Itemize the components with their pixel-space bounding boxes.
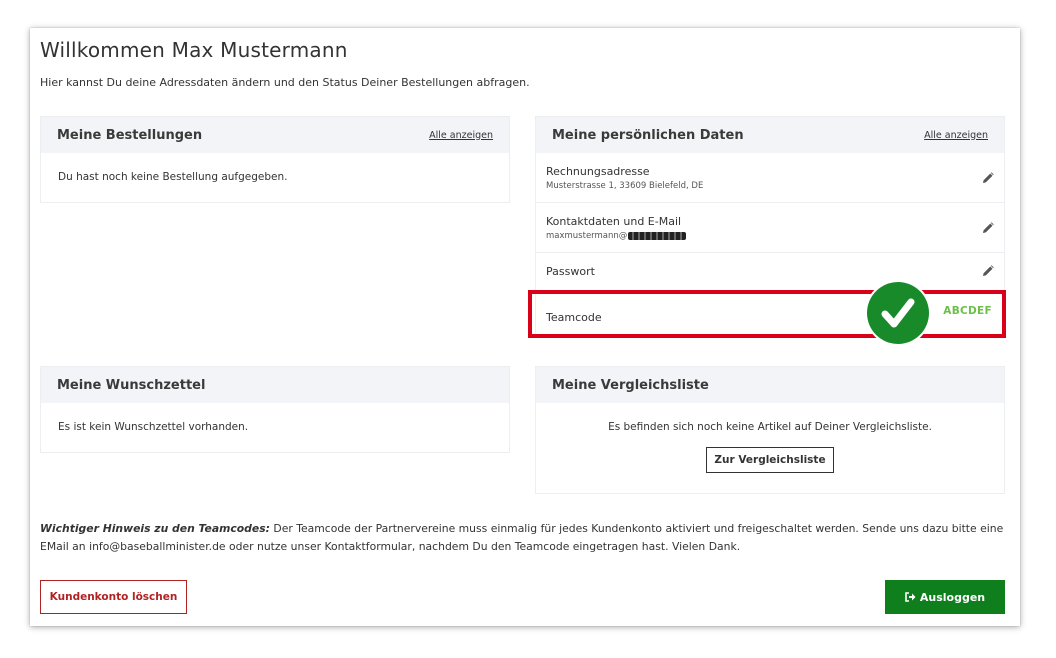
wishlist-panel: Meine Wunschzettel Es ist kein Wunschzet… — [40, 366, 510, 453]
wishlist-title: Meine Wunschzettel — [57, 377, 206, 393]
teamcode-notice: Wichtiger Hinweis zu den Teamcodes: Der … — [40, 520, 1010, 556]
contact-email-row[interactable]: Kontaktdaten und E-Mail maxmustermann@ — [536, 203, 1004, 253]
orders-panel-header: Meine Bestellungen Alle anzeigen — [41, 117, 509, 153]
pencil-icon[interactable] — [982, 222, 994, 234]
pencil-icon[interactable] — [982, 172, 994, 184]
checkmark-glyph — [881, 298, 915, 328]
compare-panel: Meine Vergleichsliste Es befinden sich n… — [535, 366, 1005, 494]
orders-panel: Meine Bestellungen Alle anzeigen Du hast… — [40, 116, 510, 203]
compare-empty-text: Es befinden sich noch keine Artikel auf … — [608, 421, 932, 433]
orders-title: Meine Bestellungen — [57, 127, 203, 143]
checkmark-icon — [867, 282, 929, 344]
email-domain-redacted — [628, 232, 687, 240]
personal-data-title: Meine persönlichen Daten — [552, 127, 744, 143]
personal-data-header: Meine persönlichen Daten Alle anzeigen — [536, 117, 1004, 153]
teamcode-row[interactable]: Teamcode ABCDEF — [528, 290, 1006, 338]
page-intro: Hier kannst Du deine Adressdaten ändern … — [40, 76, 530, 89]
billing-address-row[interactable]: Rechnungsadresse Musterstrasse 1, 33609 … — [536, 153, 1004, 203]
billing-address-value: Musterstrasse 1, 33609 Bielefeld, DE — [546, 181, 704, 191]
pencil-icon[interactable] — [982, 265, 994, 277]
wishlist-empty-text: Es ist kein Wunschzettel vorhanden. — [58, 421, 249, 433]
billing-address-label: Rechnungsadresse — [546, 165, 650, 178]
orders-empty-text: Du hast noch keine Bestellung aufgegeben… — [58, 171, 288, 183]
teamcode-value: ABCDEF — [943, 305, 992, 317]
compare-body: Es befinden sich noch keine Artikel auf … — [536, 403, 1004, 473]
logout-icon — [905, 592, 916, 602]
contact-email-value: maxmustermann@ — [546, 231, 994, 241]
account-page: Willkommen Max Mustermann Hier kannst Du… — [30, 28, 1020, 626]
contact-email-label: Kontaktdaten und E-Mail — [546, 215, 682, 228]
personal-show-all-link[interactable]: Alle anzeigen — [924, 130, 988, 141]
email-local-part: maxmustermann@ — [546, 231, 628, 241]
logout-button[interactable]: Ausloggen — [885, 580, 1005, 614]
compare-title: Meine Vergleichsliste — [552, 377, 709, 393]
compare-header: Meine Vergleichsliste — [536, 367, 1004, 403]
delete-account-button[interactable]: Kundenkonto löschen — [40, 580, 187, 614]
wishlist-header: Meine Wunschzettel — [41, 367, 509, 403]
page-title: Willkommen Max Mustermann — [40, 38, 348, 62]
notice-lead: Wichtiger Hinweis zu den Teamcodes: — [40, 522, 270, 535]
orders-show-all-link[interactable]: Alle anzeigen — [429, 130, 493, 141]
teamcode-label: Teamcode — [546, 311, 602, 324]
go-to-compare-button[interactable]: Zur Vergleichsliste — [706, 447, 834, 473]
logout-label: Ausloggen — [919, 590, 986, 604]
password-label: Passwort — [546, 265, 595, 278]
